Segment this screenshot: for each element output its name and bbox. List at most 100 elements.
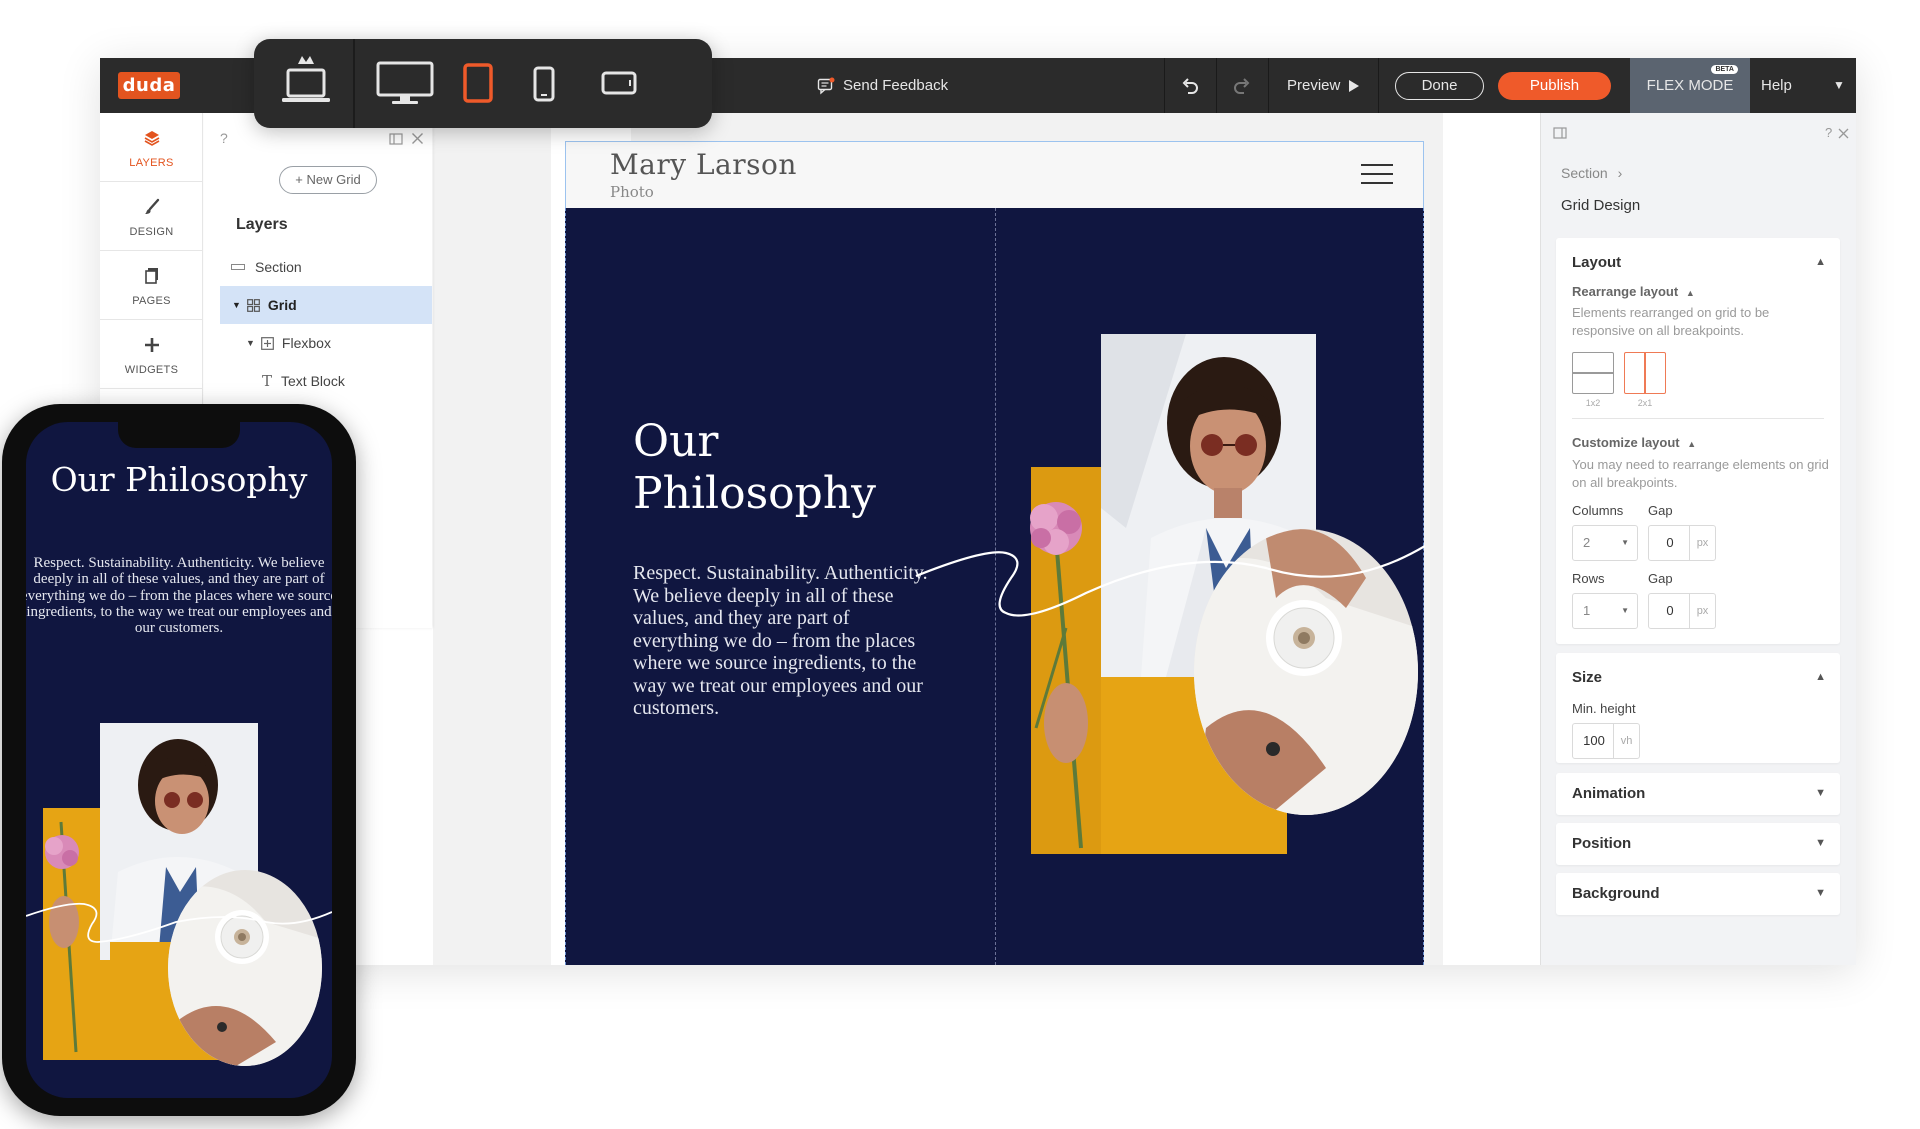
chevron-down-icon[interactable]: ▼ — [1833, 58, 1845, 113]
close-icon[interactable] — [411, 132, 424, 145]
layer-label: Text Block — [281, 373, 345, 389]
min-height-input[interactable]: 100 vh — [1572, 723, 1640, 759]
expand-caret-icon: ▼ — [232, 300, 241, 310]
redo-icon — [1234, 77, 1250, 94]
chevron-down-icon: ▼ — [1815, 837, 1826, 849]
layout-option-label: 1x2 — [1585, 398, 1601, 408]
layer-label: Flexbox — [281, 335, 331, 351]
publish-button[interactable]: Publish — [1498, 72, 1611, 100]
expand-caret-icon: ▼ — [246, 338, 255, 348]
done-button[interactable]: Done — [1395, 72, 1484, 100]
position-card[interactable]: Position ▼ — [1556, 823, 1840, 865]
pin-panel-icon[interactable] — [389, 132, 403, 146]
rail-item-layers[interactable]: LAYERS — [100, 113, 203, 182]
min-height-label: Min. height — [1572, 701, 1636, 716]
rows-value: 1 — [1583, 603, 1591, 618]
chevron-up-icon: ▲ — [1687, 439, 1697, 449]
rearrange-layout-title[interactable]: Rearrange layout ▲ — [1572, 284, 1695, 299]
plus-icon: + — [295, 172, 303, 187]
breadcrumb-item[interactable]: Section — [1561, 165, 1608, 181]
layout-option-2x1[interactable] — [1624, 352, 1666, 394]
layer-row-text-block[interactable]: T Text Block — [220, 362, 432, 400]
phone-mockup: Our Philosophy Respect. Sustainability. … — [2, 404, 356, 1116]
layer-label: Grid — [267, 297, 297, 313]
rail-label: WIDGETS — [124, 364, 179, 376]
hamburger-menu-icon[interactable] — [1361, 164, 1393, 184]
divider — [1572, 418, 1824, 419]
customize-layout-title[interactable]: Customize layout ▲ — [1572, 435, 1696, 450]
phone-screen[interactable]: Our Philosophy Respect. Sustainability. … — [26, 422, 332, 1098]
play-icon — [1349, 79, 1360, 92]
phone-collage-image[interactable] — [26, 422, 332, 1098]
flex-mode-label: FLEX MODE — [1646, 77, 1734, 94]
unit-label: px — [1689, 526, 1715, 560]
rail-label: PAGES — [132, 295, 171, 307]
gap-label: Gap — [1648, 571, 1673, 586]
hero-collage-image[interactable] — [566, 208, 1425, 965]
size-card-title[interactable]: Size — [1572, 669, 1602, 686]
layout-card-title[interactable]: Layout — [1572, 254, 1621, 271]
chevron-down-icon: ▼ — [1815, 887, 1826, 899]
grid-icon — [247, 298, 260, 312]
phone-landscape-icon[interactable] — [594, 63, 644, 103]
help-icon[interactable]: ? — [1825, 125, 1832, 140]
layout-card: Layout ▲ Rearrange layout ▲ Elements rea… — [1556, 238, 1840, 644]
section-icon — [231, 264, 245, 270]
columns-select[interactable]: 2 ▼ — [1572, 525, 1638, 561]
flex-mode-button[interactable]: FLEX MODE BETA — [1630, 58, 1750, 113]
site-preview[interactable]: Mary Larson Photo Our Philosophy Respect… — [565, 141, 1425, 965]
feedback-icon — [817, 77, 835, 95]
dock-panel-icon[interactable] — [1553, 127, 1567, 139]
customize-layout-label: Customize layout — [1572, 435, 1680, 450]
rail-item-design[interactable]: DESIGN — [100, 182, 203, 251]
tablet-icon[interactable] — [458, 57, 498, 109]
new-grid-button[interactable]: + New Grid — [279, 166, 377, 194]
unit-label: vh — [1613, 724, 1639, 758]
preview-button[interactable]: Preview — [1287, 58, 1360, 113]
beta-badge: BETA — [1711, 65, 1738, 74]
flexbox-icon — [261, 336, 274, 350]
chevron-up-icon[interactable]: ▲ — [1815, 256, 1826, 268]
undo-button[interactable] — [1164, 58, 1216, 113]
editor-window: duda Send Feedback Preview Done Publish … — [100, 58, 1856, 965]
site-subtitle[interactable]: Photo — [610, 183, 654, 201]
chevron-up-icon[interactable]: ▲ — [1815, 671, 1826, 683]
chevron-right-icon: › — [1617, 165, 1623, 181]
hero-section[interactable]: Our Philosophy Respect. Sustainability. … — [565, 208, 1425, 965]
close-icon[interactable] — [1838, 128, 1849, 139]
background-card[interactable]: Background ▼ — [1556, 873, 1840, 915]
panel-title: Grid Design — [1561, 197, 1641, 214]
help-icon[interactable]: ? — [220, 130, 228, 146]
phone-icon[interactable] — [526, 59, 562, 109]
row-gap-value: 0 — [1666, 603, 1674, 618]
site-title[interactable]: Mary Larson — [610, 148, 797, 181]
layer-row-section[interactable]: Section — [220, 248, 432, 286]
send-feedback-button[interactable]: Send Feedback — [817, 58, 948, 113]
rows-select[interactable]: 1 ▼ — [1572, 593, 1638, 629]
animation-card[interactable]: Animation ▼ — [1556, 773, 1840, 815]
redo-button[interactable] — [1216, 58, 1268, 113]
layer-row-flexbox[interactable]: ▼ Flexbox — [220, 324, 432, 362]
min-height-value: 100 — [1583, 733, 1605, 748]
laptop-icon[interactable] — [276, 47, 336, 119]
column-gap-input[interactable]: 0 px — [1648, 525, 1716, 561]
site-header[interactable]: Mary Larson Photo — [565, 141, 1424, 208]
canvas-gutter-right — [1443, 113, 1543, 965]
help-menu[interactable]: Help — [1761, 58, 1792, 113]
row-gap-input[interactable]: 0 px — [1648, 593, 1716, 629]
unit-label: px — [1689, 594, 1715, 628]
send-feedback-label: Send Feedback — [843, 77, 949, 94]
columns-value: 2 — [1583, 535, 1591, 550]
rail-item-pages[interactable]: PAGES — [100, 251, 203, 320]
layer-row-grid[interactable]: ▼ Grid — [220, 286, 432, 324]
chevron-down-icon: ▼ — [1815, 787, 1826, 799]
layout-option-label: 2x1 — [1637, 398, 1653, 408]
desktop-icon[interactable] — [374, 55, 436, 111]
rail-item-widgets[interactable]: WIDGETS — [100, 320, 203, 389]
breadcrumb[interactable]: Section › — [1561, 165, 1622, 181]
duda-logo[interactable]: duda — [118, 72, 180, 99]
toolbar-divider — [1268, 58, 1269, 113]
plus-icon — [144, 338, 159, 352]
layout-option-1x2[interactable] — [1572, 352, 1614, 394]
animation-card-title: Animation — [1572, 785, 1646, 802]
